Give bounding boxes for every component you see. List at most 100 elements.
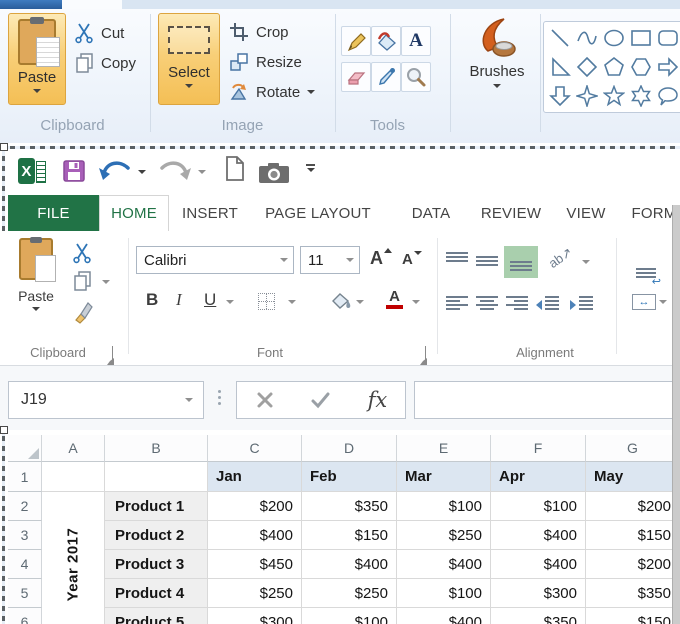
selection-handle-top-left[interactable]	[0, 143, 8, 151]
font-color-dropdown-icon[interactable]	[412, 300, 420, 304]
cell-d2[interactable]: $350	[302, 492, 397, 521]
middle-align-button[interactable]	[476, 252, 498, 270]
cell-b6[interactable]: Product 5	[105, 608, 208, 624]
save-button[interactable]	[62, 159, 86, 188]
redo-dropdown-icon[interactable]	[198, 170, 206, 174]
paint-rotate-button[interactable]: Rotate	[229, 82, 316, 102]
column-header-e[interactable]: E	[397, 435, 491, 462]
text-tool-button[interactable]: A	[401, 26, 431, 56]
paint-home-tab[interactable]	[62, 0, 122, 9]
cell-g1[interactable]: May	[586, 462, 680, 492]
column-header-g[interactable]: G	[586, 435, 680, 462]
undo-dropdown-icon[interactable]	[138, 170, 146, 174]
shape-curve[interactable]	[574, 24, 600, 52]
merge-center-button[interactable]: ↔	[632, 294, 667, 310]
cell-c4[interactable]: $450	[208, 550, 302, 579]
cell-e6[interactable]: $400	[397, 608, 491, 624]
cell-c6[interactable]: $300	[208, 608, 302, 624]
enter-check-icon[interactable]	[310, 390, 332, 410]
row-header-6[interactable]: 6	[8, 608, 42, 624]
insert-function-button[interactable]: fx	[368, 388, 388, 412]
underline-button[interactable]: U	[204, 290, 216, 310]
undo-button[interactable]	[98, 160, 132, 189]
tab-page-layout[interactable]: PAGE LAYOUT	[252, 195, 384, 231]
fill-color-tool-button[interactable]	[371, 26, 401, 56]
shape-pentagon[interactable]	[601, 53, 627, 81]
shape-diamond[interactable]	[574, 53, 600, 81]
paint-cut-button[interactable]: Cut	[74, 22, 124, 44]
excel-cut-button[interactable]	[72, 242, 92, 269]
column-header-c[interactable]: C	[208, 435, 302, 462]
fill-color-dropdown-icon[interactable]	[356, 300, 364, 304]
cell-d3[interactable]: $150	[302, 521, 397, 550]
customize-quick-access-button[interactable]	[306, 164, 315, 172]
shape-line[interactable]	[547, 24, 573, 52]
cell-e5[interactable]: $100	[397, 579, 491, 608]
cell-f2[interactable]: $100	[491, 492, 586, 521]
shape-oval-callout[interactable]	[655, 82, 680, 110]
shape-arrow-down[interactable]	[547, 82, 573, 110]
cell-b3[interactable]: Product 2	[105, 521, 208, 550]
color-picker-tool-button[interactable]	[371, 62, 401, 92]
font-name-combobox[interactable]: Calibri	[136, 246, 294, 274]
cell-g5[interactable]: $350	[586, 579, 680, 608]
align-left-button[interactable]	[446, 296, 468, 314]
cell-f3[interactable]: $400	[491, 521, 586, 550]
cell-c1[interactable]: Jan	[208, 462, 302, 492]
align-center-button[interactable]	[476, 296, 498, 314]
tab-view[interactable]: VIEW	[558, 195, 614, 231]
paint-crop-button[interactable]: Crop	[229, 22, 289, 42]
formula-input[interactable]	[414, 381, 680, 419]
tab-data[interactable]: DATA	[400, 195, 462, 231]
row-header-2[interactable]: 2	[8, 492, 42, 521]
borders-button[interactable]	[258, 293, 275, 310]
shape-hexagon[interactable]	[628, 53, 654, 81]
cell-d5[interactable]: $250	[302, 579, 397, 608]
new-document-button[interactable]	[224, 156, 246, 187]
cell-b4[interactable]: Product 3	[105, 550, 208, 579]
cell-g2[interactable]: $200	[586, 492, 680, 521]
bottom-align-button[interactable]	[504, 246, 538, 278]
paint-brushes-button[interactable]: Brushes	[458, 13, 536, 113]
redo-button[interactable]	[158, 160, 192, 189]
grow-font-button[interactable]: A	[370, 248, 392, 269]
cell-f4[interactable]: $400	[491, 550, 586, 579]
paint-menu-button[interactable]	[0, 0, 62, 9]
cell-e3[interactable]: $250	[397, 521, 491, 550]
increase-indent-button[interactable]	[570, 296, 593, 314]
font-size-combobox[interactable]: 11	[300, 246, 360, 274]
shape-arrow-right[interactable]	[655, 53, 680, 81]
copy-dropdown-icon[interactable]	[102, 280, 110, 284]
shape-five-point-star[interactable]	[601, 82, 627, 110]
column-header-f[interactable]: F	[491, 435, 586, 462]
fill-color-button[interactable]	[330, 291, 352, 316]
cancel-icon[interactable]	[255, 390, 275, 410]
eraser-tool-button[interactable]	[341, 62, 371, 92]
align-right-button[interactable]	[506, 296, 528, 314]
cell-a1[interactable]	[42, 462, 105, 492]
selection-handle-mid-left[interactable]	[0, 426, 8, 434]
underline-dropdown-icon[interactable]	[226, 300, 234, 304]
shape-six-point-star[interactable]	[628, 82, 654, 110]
formula-bar-resizer[interactable]	[218, 390, 221, 405]
row-header-4[interactable]: 4	[8, 550, 42, 579]
pencil-tool-button[interactable]	[341, 26, 371, 56]
wrap-text-button[interactable]: ↩	[636, 268, 661, 288]
cell-b2[interactable]: Product 1	[105, 492, 208, 521]
row-header-3[interactable]: 3	[8, 521, 42, 550]
shape-rounded-rectangle[interactable]	[655, 24, 680, 52]
cell-b1[interactable]	[105, 462, 208, 492]
shrink-font-button[interactable]: A	[402, 251, 422, 268]
clipboard-dialog-launcher[interactable]	[112, 346, 113, 364]
cell-e1[interactable]: Mar	[397, 462, 491, 492]
borders-dropdown-icon[interactable]	[288, 300, 296, 304]
cell-g6[interactable]: $150	[586, 608, 680, 624]
shape-four-point-star[interactable]	[574, 82, 600, 110]
excel-copy-button[interactable]	[72, 270, 92, 297]
cell-c3[interactable]: $400	[208, 521, 302, 550]
shape-right-triangle[interactable]	[547, 53, 573, 81]
format-painter-button[interactable]	[72, 300, 94, 329]
tab-home[interactable]: HOME	[99, 195, 169, 231]
paint-paste-button[interactable]: Paste	[8, 13, 66, 105]
paint-resize-button[interactable]: Resize	[229, 52, 302, 72]
